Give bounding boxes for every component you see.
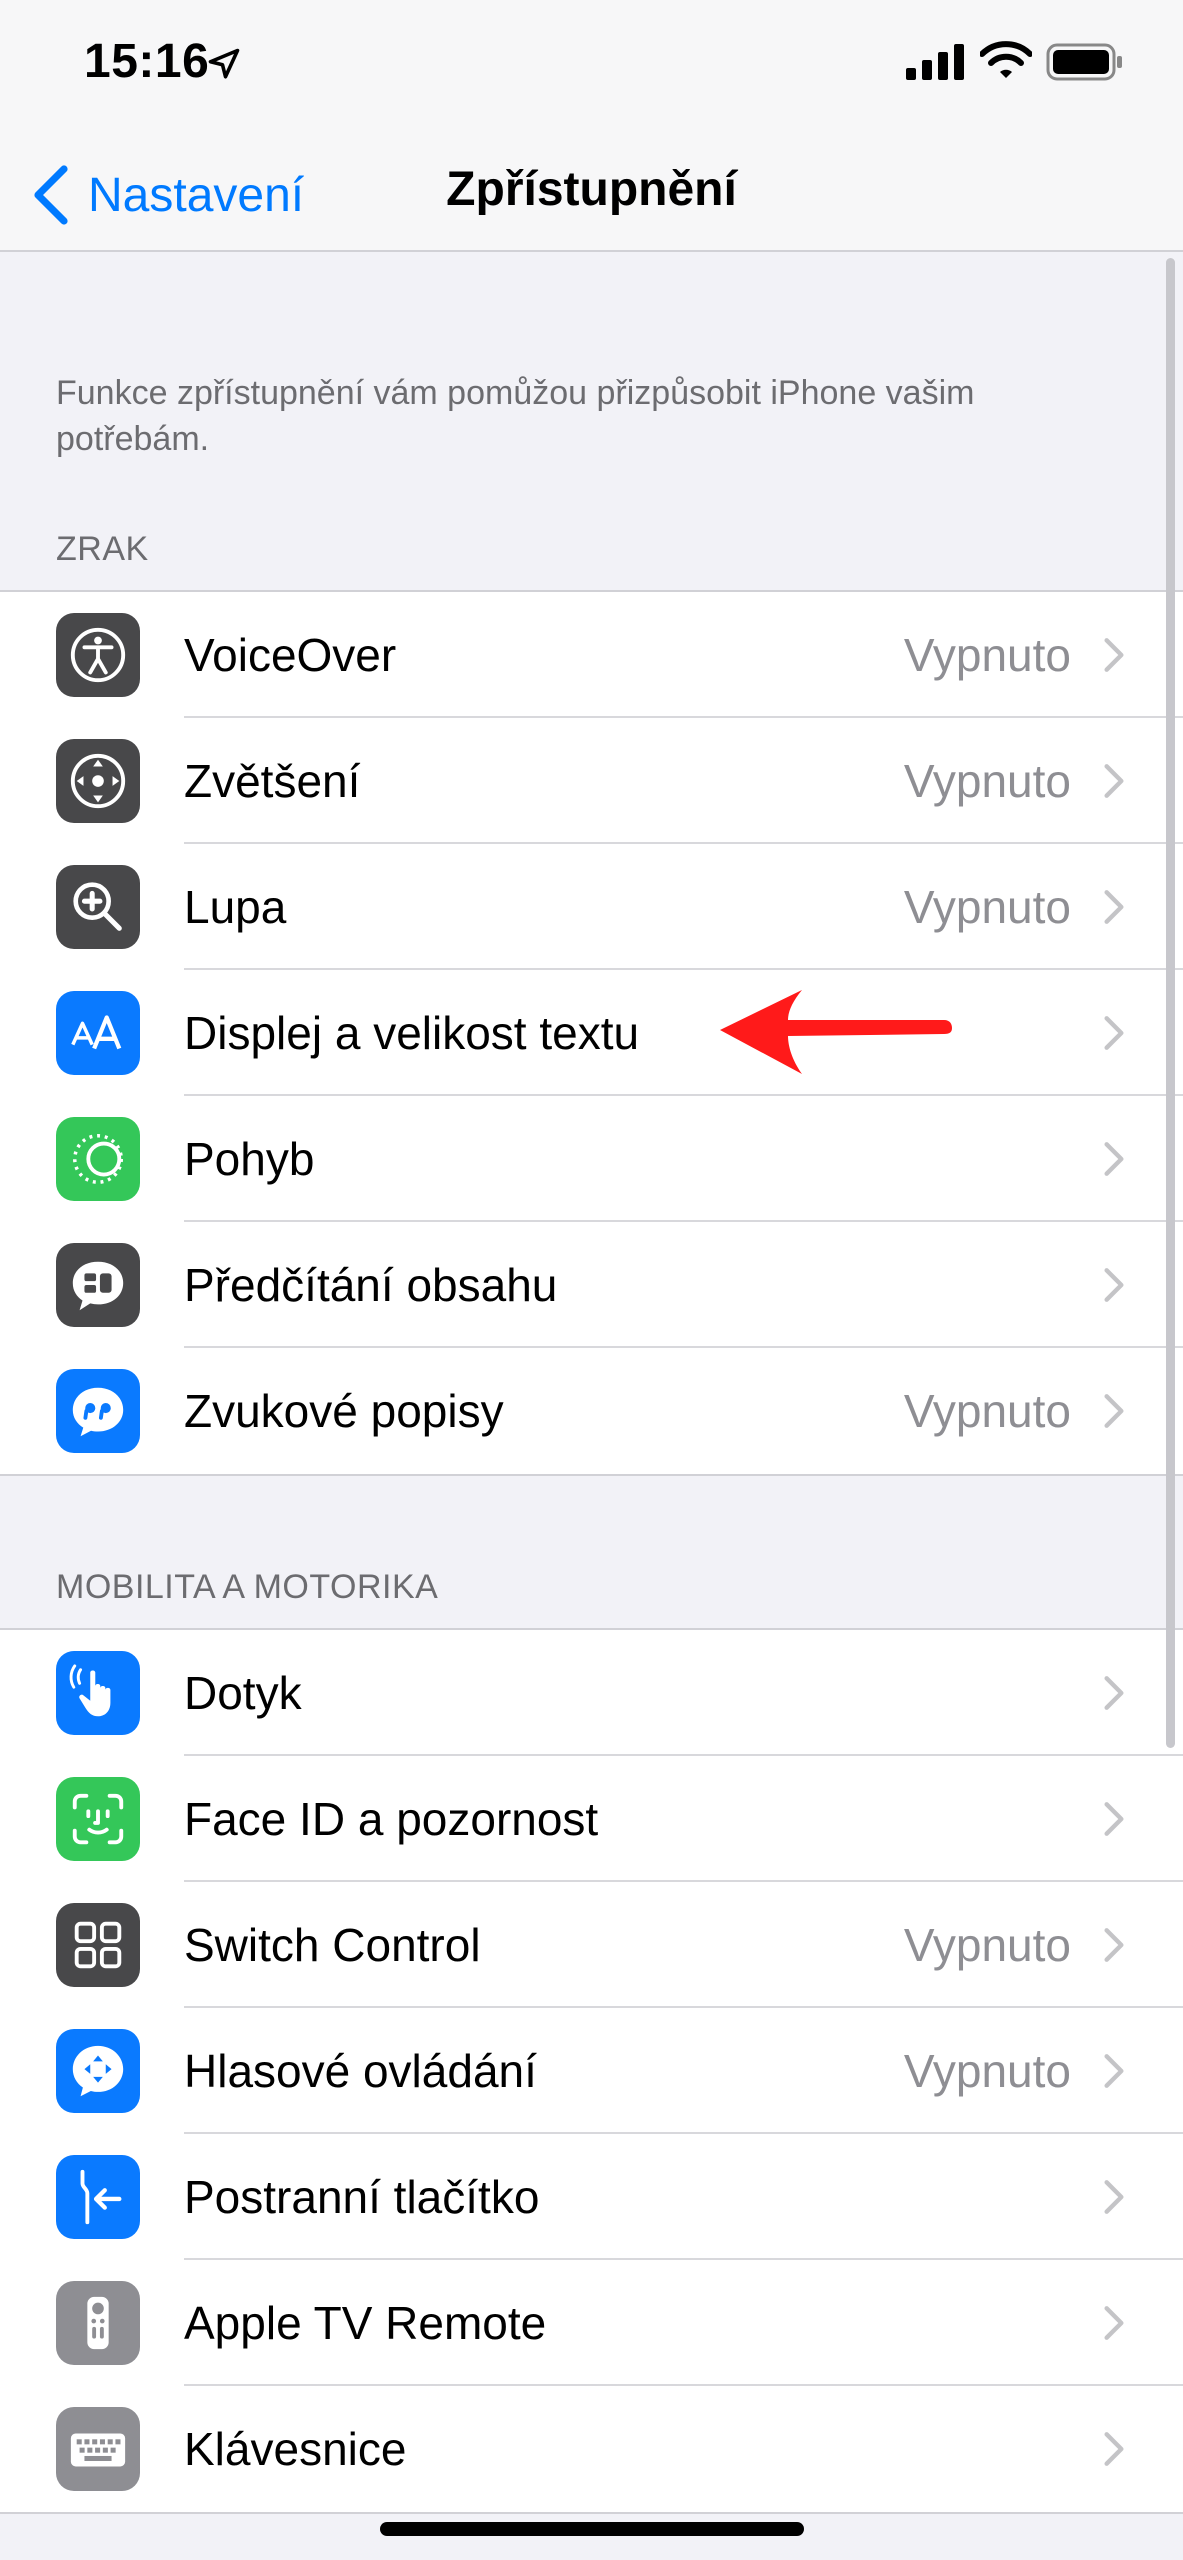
chevron-right-icon <box>1104 1268 1124 1302</box>
motion-icon <box>56 1117 140 1201</box>
settings-row-voice-control[interactable]: Hlasové ovládání Vypnuto <box>0 2008 1183 2134</box>
intro-description: Funkce zpřístupnění vám pomůžou přizpůso… <box>56 374 975 458</box>
row-label: Klávesnice <box>184 2423 407 2475</box>
location-arrow-icon <box>208 48 240 79</box>
row-label: Face ID a pozornost <box>184 1793 599 1845</box>
zoom-icon <box>56 739 140 823</box>
row-label: Zvětšení <box>184 755 361 807</box>
face-id-icon <box>56 1777 140 1861</box>
text-size-icon <box>56 991 140 1075</box>
row-label: Dotyk <box>184 1667 302 1719</box>
chevron-right-icon <box>1104 1016 1124 1050</box>
settings-row-touch[interactable]: Dotyk <box>0 1630 1183 1756</box>
mobility-settings-group: Dotyk Face ID a pozornost Switch Control… <box>0 1628 1183 2514</box>
navigation-bar: Nastavení Zpřístupnění <box>0 140 1183 252</box>
row-label: Apple TV Remote <box>184 2297 547 2349</box>
chevron-right-icon <box>1104 2306 1124 2340</box>
chevron-right-icon <box>1104 2054 1124 2088</box>
row-label: Pohyb <box>184 1133 315 1185</box>
voice-control-icon <box>56 2029 140 2113</box>
row-value: Vypnuto <box>903 1919 1071 1971</box>
touch-icon <box>56 1651 140 1735</box>
settings-row-apple-tv-remote[interactable]: Apple TV Remote <box>0 2260 1183 2386</box>
settings-row-voiceover[interactable]: VoiceOver Vypnuto <box>0 592 1183 718</box>
row-label: Switch Control <box>184 1919 481 1971</box>
home-indicator[interactable] <box>380 2522 804 2536</box>
chevron-right-icon <box>1104 2180 1124 2214</box>
row-value: Vypnuto <box>903 2045 1071 2097</box>
side-button-icon <box>56 2155 140 2239</box>
wifi-icon <box>980 41 1032 78</box>
row-label: Hlasové ovládání <box>184 2045 537 2097</box>
chevron-right-icon <box>1104 2432 1124 2466</box>
chevron-right-icon <box>1104 1676 1124 1710</box>
status-time: 15:16 <box>84 35 210 88</box>
settings-row-face-id[interactable]: Face ID a pozornost <box>0 1756 1183 1882</box>
row-label: Postranní tlačítko <box>184 2171 540 2223</box>
magnifier-icon <box>56 865 140 949</box>
settings-row-audio-descriptions[interactable]: Zvukové popisy Vypnuto <box>0 1348 1183 1474</box>
settings-row-zoom[interactable]: Zvětšení Vypnuto <box>0 718 1183 844</box>
row-label: Předčítání obsahu <box>184 1259 558 1311</box>
vision-settings-group: VoiceOver Vypnuto Zvětšení Vypnuto Lupa … <box>0 590 1183 1476</box>
row-label: Lupa <box>184 881 287 933</box>
settings-row-motion[interactable]: Pohyb <box>0 1096 1183 1222</box>
row-value: Vypnuto <box>903 629 1071 681</box>
settings-row-magnifier[interactable]: Lupa Vypnuto <box>0 844 1183 970</box>
row-label: VoiceOver <box>184 629 397 681</box>
chevron-right-icon <box>1104 1802 1124 1836</box>
section-header-vision: ZRAK <box>56 530 149 568</box>
settings-row-spoken-content[interactable]: Předčítání obsahu <box>0 1222 1183 1348</box>
row-value: Vypnuto <box>903 1385 1071 1437</box>
cellular-signal-icon <box>906 44 964 80</box>
chevron-right-icon <box>1104 1394 1124 1428</box>
row-label: Displej a velikost textu <box>184 1007 640 1059</box>
row-value: Vypnuto <box>903 881 1071 933</box>
settings-row-side-button[interactable]: Postranní tlačítko <box>0 2134 1183 2260</box>
tv-remote-icon <box>56 2281 140 2365</box>
page-title: Zpřístupnění <box>446 163 737 216</box>
audio-descriptions-icon <box>56 1369 140 1453</box>
chevron-right-icon <box>1104 638 1124 672</box>
battery-icon <box>1046 43 1122 81</box>
status-bar: 15:16 <box>0 0 1183 140</box>
settings-row-switch-control[interactable]: Switch Control Vypnuto <box>0 1882 1183 2008</box>
settings-row-display-text-size[interactable]: Displej a velikost textu <box>0 970 1183 1096</box>
spoken-content-icon <box>56 1243 140 1327</box>
voiceover-icon <box>56 613 140 697</box>
keyboard-icon <box>56 2407 140 2491</box>
scrollbar[interactable] <box>1166 258 1175 1748</box>
annotation-arrow-icon <box>720 990 952 1074</box>
switch-control-icon <box>56 1903 140 1987</box>
chevron-right-icon <box>1104 890 1124 924</box>
chevron-right-icon <box>1104 1928 1124 1962</box>
chevron-right-icon <box>1104 1142 1124 1176</box>
chevron-right-icon <box>1104 764 1124 798</box>
row-label: Zvukové popisy <box>184 1385 504 1437</box>
row-value: Vypnuto <box>903 755 1071 807</box>
settings-row-keyboards[interactable]: Klávesnice <box>0 2386 1183 2512</box>
section-header-mobility: MOBILITA A MOTORIKA <box>56 1568 439 1606</box>
